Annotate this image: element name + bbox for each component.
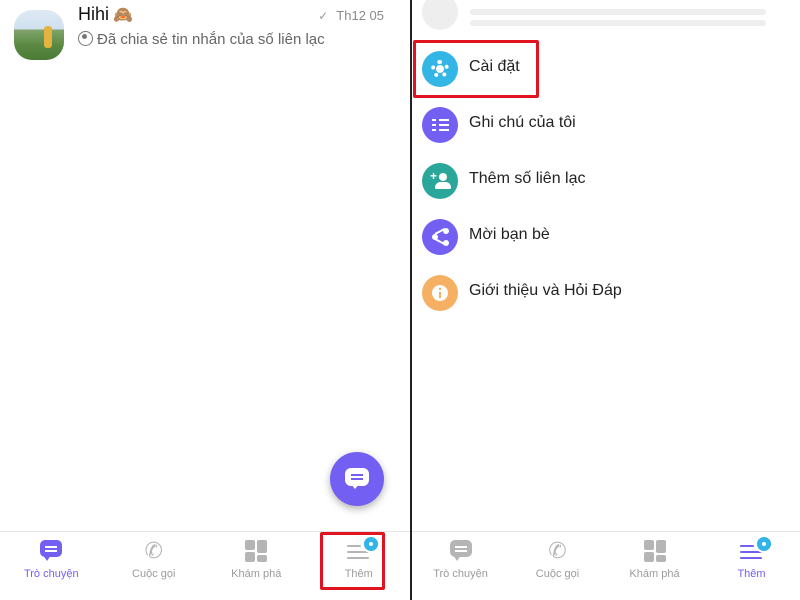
phone-icon: ✆ bbox=[144, 538, 163, 563]
compose-message-icon bbox=[345, 468, 369, 489]
notification-badge bbox=[754, 535, 773, 553]
bottom-nav: Trò chuyện ✆ Cuộc gọi Khám phá Thêm bbox=[412, 531, 800, 600]
checklist-icon bbox=[422, 107, 458, 143]
chat-list-item[interactable]: Hihi 🙈 ✓ Th12 05 Đã chia sẻ tin nhắn của… bbox=[0, 0, 410, 80]
profile-placeholder-line bbox=[470, 20, 766, 26]
chat-list-screen: Hihi 🙈 ✓ Th12 05 Đã chia sẻ tin nhắn của… bbox=[0, 0, 410, 600]
explore-grid-icon bbox=[643, 540, 667, 562]
highlight-box-settings bbox=[413, 40, 539, 98]
profile-placeholder-line bbox=[470, 9, 766, 15]
menu-item-label: Giới thiệu và Hỏi Đáp bbox=[469, 282, 622, 299]
menu-item-label: Mời bạn bè bbox=[469, 226, 550, 243]
nav-label: Trò chuyện bbox=[433, 568, 488, 580]
menu-item-label: Ghi chú của tôi bbox=[469, 114, 576, 131]
info-icon bbox=[422, 275, 458, 311]
nav-label: Cuộc gọi bbox=[132, 568, 176, 580]
nav-item-more[interactable]: Thêm bbox=[703, 532, 800, 600]
new-chat-button[interactable] bbox=[330, 452, 384, 506]
chat-preview: Đã chia sẻ tin nhắn của số liên lạc bbox=[78, 30, 328, 49]
more-screen: Cài đặt Ghi chú của tôi + Thêm số liên l… bbox=[412, 0, 800, 600]
nav-item-calls[interactable]: ✆ Cuộc gọi bbox=[509, 532, 606, 600]
menu-item-add-contact[interactable]: + Thêm số liên lạc bbox=[412, 153, 800, 209]
nav-item-calls[interactable]: ✆ Cuộc gọi bbox=[103, 532, 206, 600]
highlight-box-more-tab bbox=[320, 532, 385, 590]
chat-title: Hihi bbox=[78, 4, 110, 24]
add-contact-icon: + bbox=[422, 163, 458, 199]
nav-label: Thêm bbox=[737, 568, 766, 580]
nav-label: Cuộc gọi bbox=[535, 568, 580, 580]
chat-bubble-icon bbox=[39, 540, 63, 562]
contact-icon bbox=[78, 31, 93, 46]
menu-item-notes[interactable]: Ghi chú của tôi bbox=[412, 97, 800, 153]
nav-item-explore[interactable]: Khám phá bbox=[205, 532, 308, 600]
chat-meta: ✓ Th12 05 bbox=[318, 8, 384, 23]
nav-label: Khám phá bbox=[629, 568, 680, 580]
nav-item-explore[interactable]: Khám phá bbox=[606, 532, 703, 600]
menu-item-about-faq[interactable]: Giới thiệu và Hỏi Đáp bbox=[412, 265, 800, 321]
menu-item-label: Thêm số liên lạc bbox=[469, 170, 586, 187]
nav-item-chats[interactable]: Trò chuyện bbox=[412, 532, 509, 600]
menu-icon bbox=[739, 535, 773, 562]
menu-item-invite-friends[interactable]: Mời bạn bè bbox=[412, 209, 800, 265]
monkey-emoji-icon: 🙈 bbox=[113, 6, 133, 24]
chat-bubble-icon bbox=[449, 540, 473, 562]
chat-title-row: Hihi 🙈 bbox=[78, 4, 133, 25]
check-icon: ✓ bbox=[318, 8, 329, 23]
nav-label: Khám phá bbox=[231, 568, 282, 580]
nav-label: Trò chuyện bbox=[23, 568, 79, 580]
profile-avatar-placeholder bbox=[422, 0, 458, 30]
share-icon bbox=[422, 219, 458, 255]
nav-item-chats[interactable]: Trò chuyện bbox=[0, 532, 103, 600]
chat-preview-text: Đã chia sẻ tin nhắn của số liên lạc bbox=[97, 31, 325, 48]
chat-time: Th12 05 bbox=[336, 8, 384, 23]
phone-icon: ✆ bbox=[548, 538, 567, 563]
avatar[interactable] bbox=[14, 10, 64, 60]
explore-grid-icon bbox=[244, 540, 268, 562]
